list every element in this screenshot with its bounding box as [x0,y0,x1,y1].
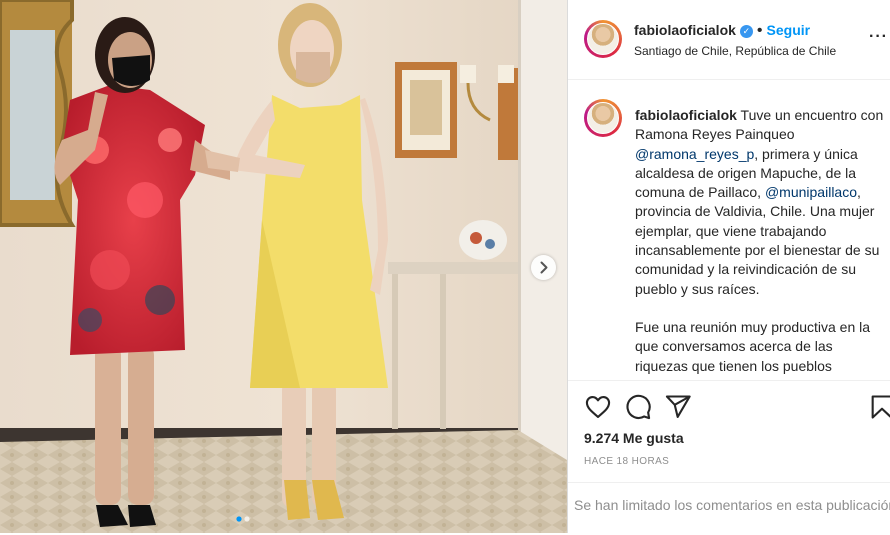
post-header: fabiolaoficialok ✓ • Seguir Santiago de Chi… [568,0,890,80]
verified-badge-icon: ✓ [739,25,753,38]
separator-dot: • [756,22,763,39]
save-button[interactable] [868,393,890,421]
mention-link[interactable]: @munipaillaco [765,184,857,200]
caption-paragraph-2: Fue una reunión muy productiva en la que… [635,318,871,374]
comment-button[interactable] [624,393,652,421]
carousel-dot [244,516,250,522]
next-photo-button[interactable] [531,255,556,280]
chevron-right-icon [540,261,548,274]
post-photo[interactable] [0,0,567,533]
comments-limited-text: Se han limitado los comentarios en esta … [574,497,890,513]
more-options-icon[interactable]: ··· [869,28,888,46]
caption-text: fabiolaoficialok Tuve un encuentro con R… [635,106,887,376]
caption-avatar[interactable] [584,99,622,137]
carousel-dot-active [236,516,242,522]
avatar[interactable] [584,20,622,58]
comments-limited-notice: Se han limitado los comentarios en esta … [568,482,890,535]
header-userline: fabiolaoficialok ✓ • Seguir [634,22,810,40]
carousel-indicator [236,509,256,527]
like-count[interactable]: 9.274 Me gusta [584,430,684,446]
mention-link[interactable]: @ramona_reyes_p [635,146,754,162]
post-actions: 9.274 Me gusta HACE 18 HORAS Se han limi… [568,380,890,534]
heart-icon [585,396,611,418]
caption-part-3: , provincia de Valdivia, Chile. Una muje… [635,184,880,297]
post-image [0,0,567,533]
share-button[interactable] [664,393,692,421]
post-sidebar: fabiolaoficialok ✓ • Seguir Santiago de Chi… [567,0,890,533]
location-link[interactable]: Santiago de Chile, República de Chile [634,44,836,58]
like-button[interactable] [584,393,612,421]
paper-plane-icon [665,395,691,418]
comment-icon [626,394,651,420]
post-timestamp[interactable]: HACE 18 HORAS [584,456,669,467]
bookmark-icon [871,395,890,419]
caption-username[interactable]: fabiolaoficialok [635,107,737,123]
follow-button[interactable]: Seguir [767,22,811,38]
username[interactable]: fabiolaoficialok [634,22,736,38]
